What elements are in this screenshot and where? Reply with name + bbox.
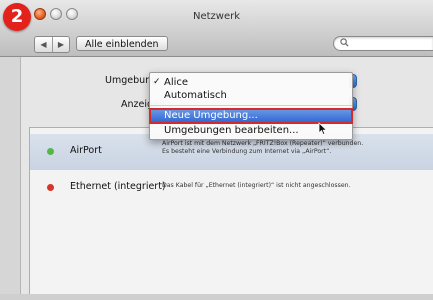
menu-separator (150, 105, 352, 106)
service-row-ethernet[interactable]: Ethernet (integriert) Das Kabel für „Eth… (30, 170, 433, 206)
window-bottom-edge (0, 294, 433, 300)
title-bar: Netzwerk ◀ ▶ Alle einblenden (0, 0, 433, 57)
checkmark-icon: ✓ (153, 77, 161, 87)
menu-item-label: Automatisch (164, 90, 227, 101)
service-description: Das Kabel für „Ethernet (integriert)“ is… (162, 182, 351, 190)
forward-button[interactable]: ▶ (52, 37, 69, 52)
menu-item-label: Neue Umgebung... (164, 110, 258, 121)
service-name: AirPort (70, 145, 102, 156)
menu-item-label: Alice (164, 77, 189, 88)
magnifier-icon (340, 38, 349, 51)
service-description-line: Das Kabel für „Ethernet (integriert)“ is… (162, 182, 351, 189)
menu-item-alice[interactable]: ✓ Alice (150, 76, 352, 89)
step-number-badge: 2 (3, 3, 31, 31)
network-preferences-window: 2 Netzwerk ◀ ▶ Alle einblenden Umgebung … (0, 0, 433, 300)
service-description: AirPort ist mit dem Netzwerk „FRITZ!Box … (162, 140, 363, 156)
back-button[interactable]: ◀ (35, 37, 52, 52)
menu-item-new-location[interactable]: Neue Umgebung... (149, 108, 353, 124)
window-title: Netzwerk (192, 11, 241, 22)
status-dot-red-icon (47, 184, 54, 191)
menu-item-automatic[interactable]: Automatisch (150, 89, 352, 102)
back-forward-buttons: ◀ ▶ (34, 36, 70, 53)
service-name: Ethernet (integriert) (70, 181, 166, 192)
search-input[interactable] (333, 36, 433, 51)
status-dot-green-icon (47, 148, 54, 155)
mouse-pointer-icon (318, 122, 328, 136)
service-list: AirPort AirPort ist mit dem Netzwerk „FR… (29, 127, 433, 300)
show-all-button[interactable]: Alle einblenden (76, 36, 168, 51)
menu-item-label: Umgebungen bearbeiten... (164, 125, 299, 136)
service-description-line: AirPort ist mit dem Netzwerk „FRITZ!Box … (162, 140, 364, 147)
service-description-line: Es besteht eine Verbindung zum Internet … (162, 148, 332, 155)
